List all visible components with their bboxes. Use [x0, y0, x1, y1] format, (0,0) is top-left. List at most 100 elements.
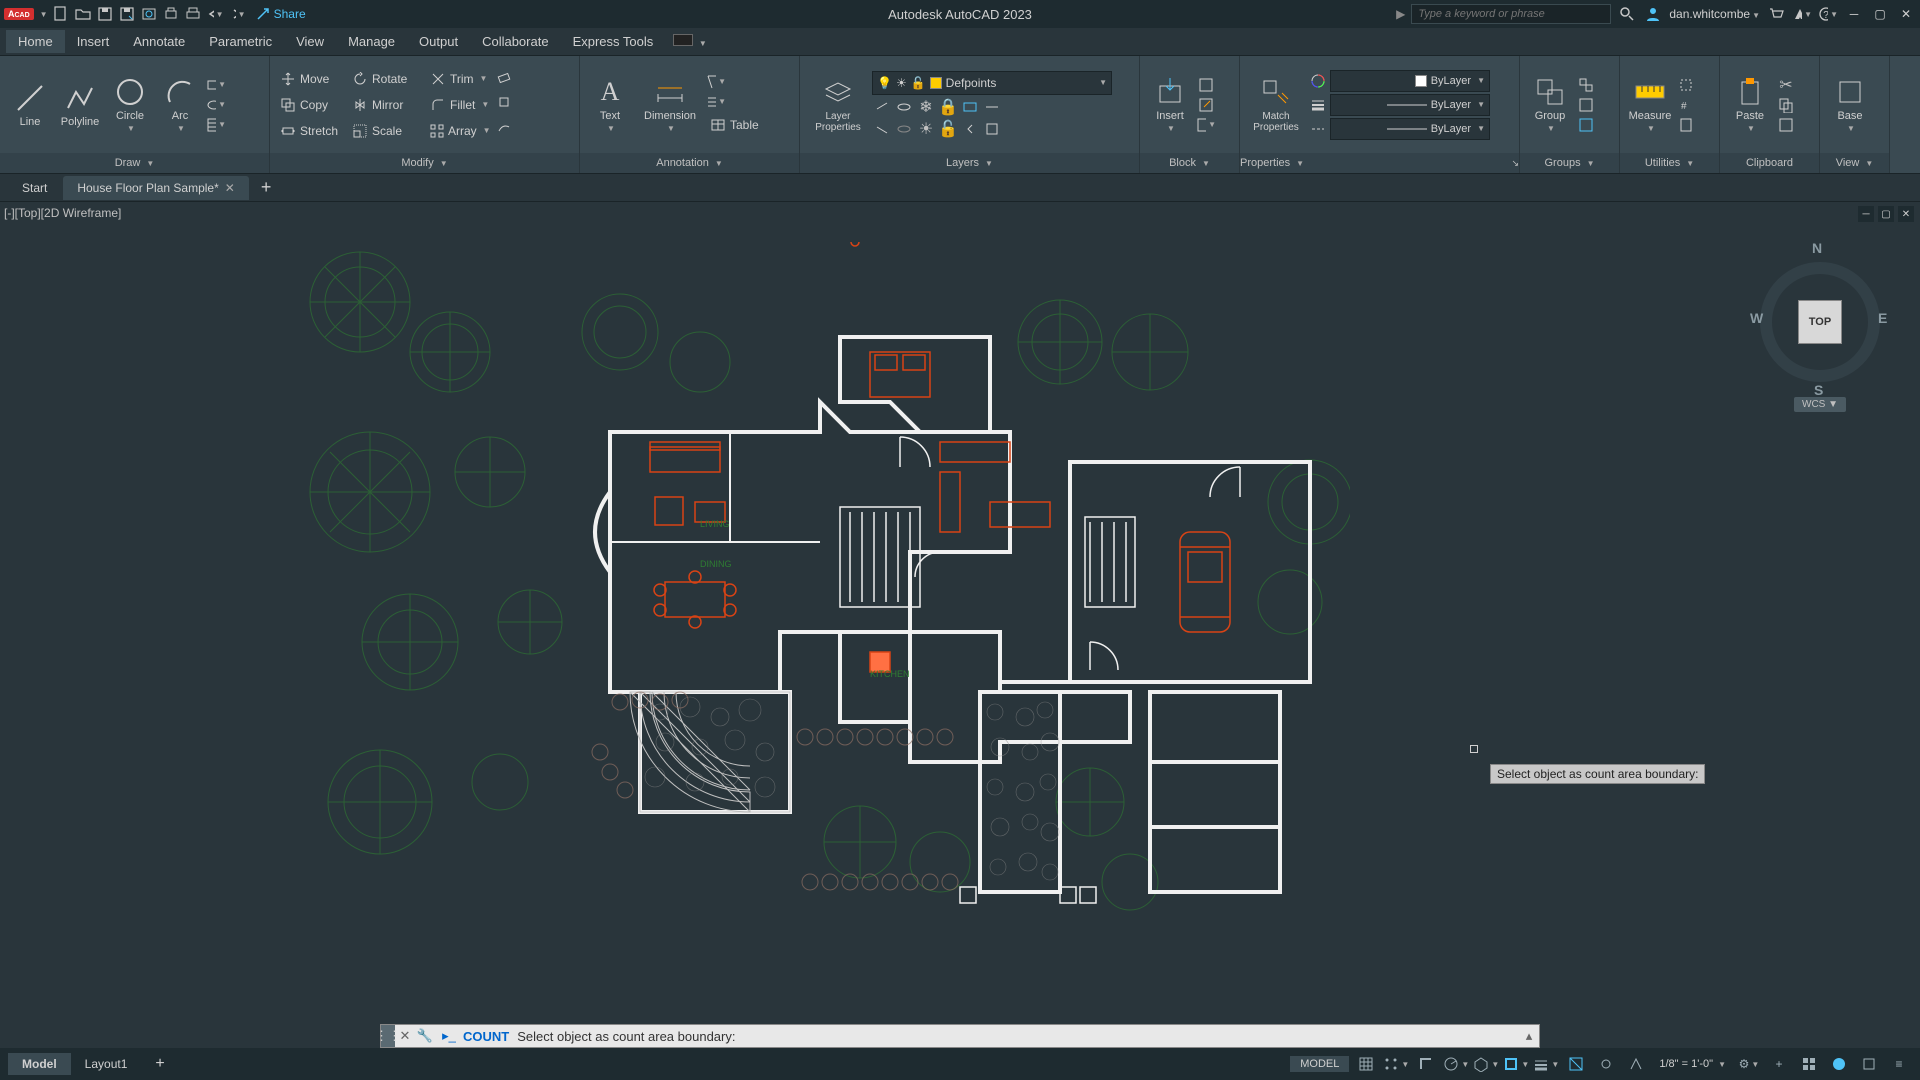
rectangle-icon[interactable]: ▼: [206, 75, 226, 95]
cmdline-customize-icon[interactable]: 🔧: [415, 1028, 435, 1044]
move-button[interactable]: Move: [276, 66, 348, 92]
search-input[interactable]: [1411, 4, 1611, 24]
drawing-viewport[interactable]: [-][Top][2D Wireframe] ─ ▢ ✕ N S W E TOP…: [0, 202, 1920, 1016]
clip-copy-base-icon[interactable]: [1776, 115, 1796, 135]
group-button[interactable]: Group▼: [1526, 63, 1574, 147]
user-icon[interactable]: [1643, 4, 1663, 24]
annotation-scale-icon[interactable]: [1623, 1052, 1649, 1076]
dimension-button[interactable]: Dimension▼: [636, 63, 704, 147]
viewport-close-icon[interactable]: ✕: [1898, 206, 1914, 222]
lineweight-dropdown[interactable]: ByLayer▼: [1330, 94, 1490, 116]
open-icon[interactable]: [74, 5, 92, 23]
scale-display[interactable]: 1/8" = 1'-0" ▼: [1653, 1058, 1732, 1070]
tab-home[interactable]: Home: [6, 30, 65, 53]
viewport-label[interactable]: [-][Top][2D Wireframe]: [4, 206, 121, 220]
viewcube-east[interactable]: E: [1878, 310, 1887, 326]
tab-parametric[interactable]: Parametric: [197, 30, 284, 53]
user-name[interactable]: dan.whitcombe▼: [1669, 7, 1760, 21]
new-tab-button[interactable]: +: [251, 176, 282, 200]
redo-icon[interactable]: ▼: [228, 5, 246, 23]
cut-icon[interactable]: ✂: [1776, 75, 1796, 95]
app-badge[interactable]: ACAD: [4, 8, 34, 20]
print-icon[interactable]: [184, 5, 202, 23]
tab-express-tools[interactable]: Express Tools: [561, 30, 666, 53]
layer-lock-icon[interactable]: 🔒: [938, 97, 958, 117]
circle-button[interactable]: Circle▼: [106, 63, 154, 147]
quickcalc-icon[interactable]: [1676, 115, 1696, 135]
measure-button[interactable]: Measure▼: [1626, 63, 1674, 147]
transparency-icon[interactable]: [1563, 1052, 1589, 1076]
workspace-icon[interactable]: [1796, 1052, 1822, 1076]
close-tab-icon[interactable]: ✕: [225, 181, 235, 195]
line-button[interactable]: Line: [6, 63, 54, 147]
edit-block-icon[interactable]: [1196, 95, 1216, 115]
array-button[interactable]: Array▼: [426, 118, 494, 144]
create-block-icon[interactable]: [1196, 75, 1216, 95]
saveas-icon[interactable]: [118, 5, 136, 23]
app-menu-dropdown[interactable]: ▼: [40, 10, 48, 19]
save-icon[interactable]: [96, 5, 114, 23]
layout1-tab[interactable]: Layout1: [71, 1053, 142, 1075]
isolate-objects-icon[interactable]: [1856, 1052, 1882, 1076]
cart-icon[interactable]: [1766, 4, 1786, 24]
layer-uniso-icon[interactable]: [894, 119, 914, 139]
group-edit-icon[interactable]: [1576, 95, 1596, 115]
mirror-button[interactable]: Mirror: [348, 92, 426, 118]
insert-button[interactable]: Insert▼: [1146, 63, 1194, 147]
explode-icon[interactable]: [494, 92, 514, 112]
select-icon[interactable]: [1676, 75, 1696, 95]
erase-icon[interactable]: [494, 66, 514, 86]
edit-attr-icon[interactable]: ▼: [1196, 115, 1216, 135]
block-panel-title[interactable]: Block ▼: [1140, 153, 1239, 173]
lineweight-display-icon[interactable]: ▼: [1533, 1052, 1559, 1076]
autoscale-add-icon[interactable]: +: [1766, 1052, 1792, 1076]
color-dropdown[interactable]: ByLayer▼: [1330, 70, 1490, 92]
web-icon[interactable]: [140, 5, 158, 23]
hardware-accel-icon[interactable]: [1826, 1052, 1852, 1076]
undo-icon[interactable]: ▼: [206, 5, 224, 23]
modify-panel-title[interactable]: Modify ▼: [270, 153, 579, 173]
utilities-panel-title[interactable]: Utilities ▼: [1620, 153, 1719, 173]
offset-icon[interactable]: [494, 118, 514, 138]
model-tab[interactable]: Model: [8, 1053, 71, 1075]
groups-panel-title[interactable]: Groups ▼: [1520, 153, 1619, 173]
help-icon[interactable]: ?▼: [1818, 4, 1838, 24]
leader-style-icon[interactable]: ▼: [706, 92, 726, 112]
maximize-button[interactable]: ▢: [1870, 4, 1890, 24]
model-space-indicator[interactable]: MODEL: [1290, 1056, 1349, 1072]
start-tab[interactable]: Start: [8, 176, 61, 200]
viewcube-north[interactable]: N: [1812, 240, 1822, 256]
viewcube[interactable]: N S W E TOP WCS ▼: [1750, 232, 1890, 412]
layer-off-icon[interactable]: [872, 97, 892, 117]
layers-panel-title[interactable]: Layers ▼: [800, 153, 1139, 173]
tab-manage[interactable]: Manage: [336, 30, 407, 53]
layer-dropdown[interactable]: 💡 ☀ 🔓 Defpoints ▼: [872, 71, 1112, 95]
new-layout-button[interactable]: +: [141, 1051, 178, 1077]
viewport-maximize-icon[interactable]: ▢: [1878, 206, 1894, 222]
viewport-minimize-icon[interactable]: ─: [1858, 206, 1874, 222]
tab-featured-apps[interactable]: ▼: [665, 30, 715, 53]
layer-unlock-icon[interactable]: 🔓: [938, 119, 958, 139]
tab-insert[interactable]: Insert: [65, 30, 122, 53]
stretch-button[interactable]: Stretch: [276, 118, 348, 144]
layer-make-current-icon[interactable]: [960, 97, 980, 117]
layer-match-icon[interactable]: [982, 97, 1002, 117]
properties-panel-title[interactable]: Properties ▼ ↘: [1240, 153, 1519, 173]
paste-button[interactable]: Paste▼: [1726, 63, 1774, 147]
layer-state-icon[interactable]: [982, 119, 1002, 139]
polar-icon[interactable]: ▼: [1443, 1052, 1469, 1076]
cmdline-history-icon[interactable]: ▴: [1519, 1028, 1539, 1044]
current-file-tab[interactable]: House Floor Plan Sample*✕: [63, 176, 248, 200]
count-icon[interactable]: #: [1676, 95, 1696, 115]
base-button[interactable]: Base▼: [1826, 63, 1874, 147]
tab-output[interactable]: Output: [407, 30, 470, 53]
tab-collaborate[interactable]: Collaborate: [470, 30, 561, 53]
hatch-icon[interactable]: ▼: [206, 115, 226, 135]
layer-thaw-icon[interactable]: ☀: [916, 119, 936, 139]
layer-freeze-icon[interactable]: ❄: [916, 97, 936, 117]
selection-cycling-icon[interactable]: [1593, 1052, 1619, 1076]
draw-panel-title[interactable]: Draw ▼: [0, 153, 269, 173]
autodesk-icon[interactable]: ▼: [1792, 4, 1812, 24]
scale-button[interactable]: Scale: [348, 118, 426, 144]
snap-icon[interactable]: ▼: [1383, 1052, 1409, 1076]
